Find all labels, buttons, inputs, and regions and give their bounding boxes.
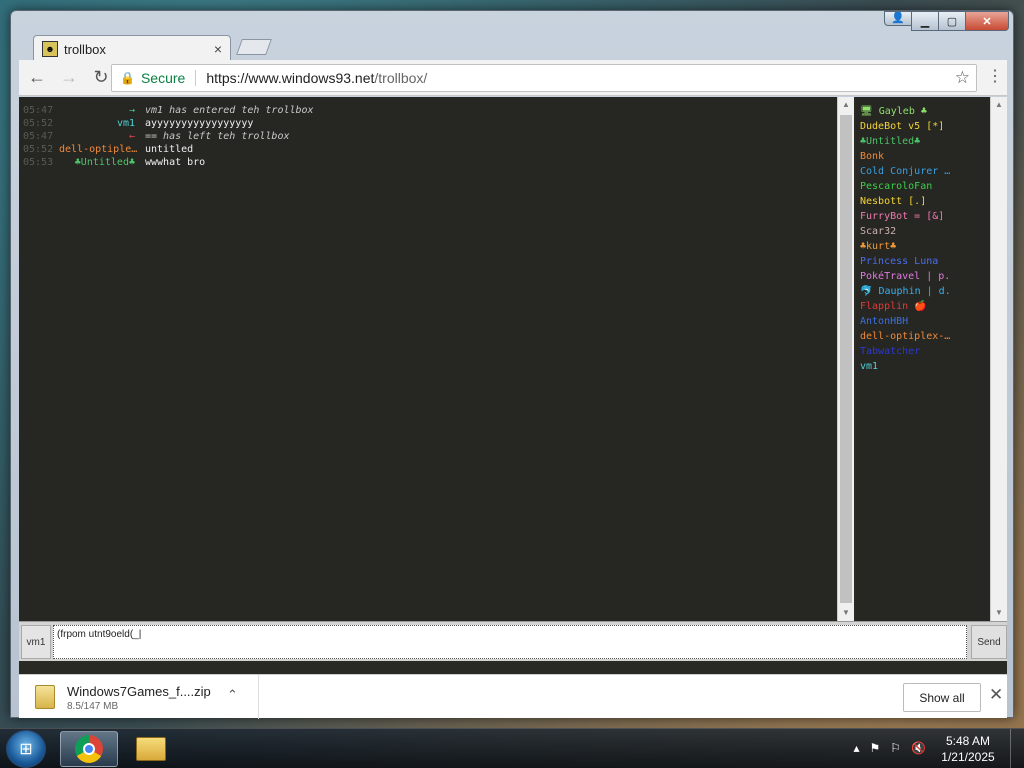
system-tray: ▴ ⚑ ⚐ 🔇 <box>853 741 926 755</box>
taskbar-chrome[interactable] <box>60 731 118 767</box>
message-time: 05:52 <box>23 118 54 129</box>
close-downloads-icon[interactable]: ✕ <box>989 685 1003 705</box>
user-list-item[interactable]: 🐬 Dauphin | d. <box>860 284 990 299</box>
back-arrow-icon[interactable]: ← <box>23 64 51 92</box>
users-scroll-down-arrow-icon[interactable]: ▼ <box>991 605 1007 621</box>
user-list-item[interactable]: PokéTravel | p. <box>860 269 990 284</box>
send-button[interactable]: Send <box>971 625 1007 659</box>
chevron-up-icon[interactable]: ⌃ <box>227 687 238 703</box>
download-progress: 8.5/147 MB <box>67 701 119 712</box>
tab-bar: ☻ trollbox × <box>19 33 999 62</box>
maximize-button[interactable]: ▢ <box>938 11 966 31</box>
message-nick[interactable]: dell-optiple… <box>59 143 145 156</box>
user-profile-button[interactable]: 👤 <box>884 11 912 26</box>
secure-label: Secure <box>141 70 197 86</box>
tab-trollbox[interactable]: ☻ trollbox × <box>33 35 231 62</box>
message-time: 05:53 <box>23 157 54 168</box>
download-bar: Windows7Games_f....zip 8.5/147 MB ⌃ Show… <box>19 674 1007 719</box>
user-list-item[interactable]: Princess Luna <box>860 254 990 269</box>
user-list-item[interactable]: ♣Untitled♣ <box>860 134 990 149</box>
chrome-icon <box>75 735 103 763</box>
user-list-item[interactable]: AntonHBH <box>860 314 990 329</box>
nickname-button[interactable]: vm1 <box>21 625 51 659</box>
bookmark-star-icon[interactable]: ☆ <box>955 68 970 88</box>
message-input-row: vm1 (frpom utnt9oeld(_| Send <box>19 621 1007 661</box>
message-time: 05:47 <box>23 105 54 116</box>
show-all-button[interactable]: Show all <box>903 683 981 712</box>
chat-message: 05:47 ← == has left teh trollbox <box>19 130 837 143</box>
show-desktop-button[interactable] <box>1010 729 1024 768</box>
message-text: untitled <box>145 144 194 155</box>
volume-muted-icon[interactable]: 🔇 <box>911 741 926 755</box>
message-input[interactable]: (frpom utnt9oeld(_| <box>53 625 967 659</box>
trollbox-page: 05:47 → vm1 has entered teh trollbox 05:52 v… <box>19 97 1007 674</box>
chat-message: 05:52 vm1 ayyyyyyyyyyyyyyyyy <box>19 117 837 130</box>
address-bar[interactable]: 🔒 Secure https://www.windows93.net/troll… <box>111 64 977 92</box>
scroll-up-arrow-icon[interactable]: ▲ <box>838 97 854 113</box>
clock[interactable]: 5:48 AM 1/21/2025 <box>934 733 1002 765</box>
scroll-down-arrow-icon[interactable]: ▼ <box>838 605 854 621</box>
url-host: https://www.windows93.net <box>206 70 375 86</box>
chat-scroll-thumb[interactable] <box>840 115 852 603</box>
user-list-item[interactable]: dell-optiplex-… <box>860 329 990 344</box>
user-list-item[interactable]: DudeBot v5 [*] <box>860 119 990 134</box>
zip-file-icon <box>35 685 55 709</box>
show-hidden-icons-icon[interactable]: ▴ <box>853 741 859 755</box>
user-list-item[interactable]: Nesbott [.] <box>860 194 990 209</box>
window-controls: 👤 ▁ ▢ ✕ <box>884 11 1009 33</box>
message-text: vm1 has entered teh trollbox <box>145 105 314 116</box>
user-list-item[interactable]: Tabwatcher <box>860 344 990 359</box>
message-time: 05:47 <box>23 131 54 142</box>
download-item[interactable]: Windows7Games_f....zip 8.5/147 MB ⌃ <box>19 675 259 719</box>
url-text: https://www.windows93.net/trollbox/ <box>206 70 427 86</box>
users-scroll-up-arrow-icon[interactable]: ▲ <box>991 97 1007 113</box>
message-text: ayyyyyyyyyyyyyyyyy <box>145 118 254 129</box>
message-nick[interactable]: ← <box>59 130 145 143</box>
chat-log: 05:47 → vm1 has entered teh trollbox 05:52 v… <box>19 97 837 621</box>
message-nick[interactable]: ♣Untitled♣ <box>59 156 145 169</box>
message-text: wwwhat bro <box>145 157 206 168</box>
browser-menu-icon[interactable]: ⋮ <box>987 66 1003 86</box>
taskbar-explorer[interactable] <box>122 731 180 767</box>
start-button[interactable]: ⊞ <box>6 730 46 768</box>
user-list-item[interactable]: ♣kurt♣ <box>860 239 990 254</box>
clock-date: 1/21/2025 <box>941 750 995 764</box>
flag-icon[interactable]: ⚐ <box>890 741 901 755</box>
download-file-name: Windows7Games_f....zip <box>67 684 211 699</box>
user-list-item[interactable]: Scar32 <box>860 224 990 239</box>
user-list-item[interactable]: vm1 <box>860 359 990 374</box>
tab-close-icon[interactable]: × <box>214 41 222 57</box>
user-list-item[interactable]: Cold Conjurer … <box>860 164 990 179</box>
action-center-icon[interactable]: ⚑ <box>870 741 881 755</box>
user-list-item[interactable]: Bonk <box>860 149 990 164</box>
chat-scrollbar[interactable]: ▲ ▼ <box>837 97 854 621</box>
tab-title: trollbox <box>64 41 106 57</box>
message-nick[interactable]: vm1 <box>59 117 145 130</box>
message-nick[interactable]: → <box>59 104 145 117</box>
browser-toolbar: ← → ↻ 🔒 Secure https://www.windows93.net… <box>19 60 1007 96</box>
close-window-button[interactable]: ✕ <box>965 11 1009 31</box>
trollbox-favicon-icon: ☻ <box>42 41 58 57</box>
taskbar: ⊞ ▴ ⚑ ⚐ 🔇 5:48 AM 1/21/2025 <box>0 728 1024 768</box>
message-time: 05:52 <box>23 144 54 155</box>
user-list-item[interactable]: PescaroloFan <box>860 179 990 194</box>
forward-arrow-icon[interactable]: → <box>55 64 83 92</box>
user-list-item[interactable]: 🖥 Gayleb ♣ <box>860 104 990 119</box>
lock-icon: 🔒 <box>120 71 135 85</box>
message-text: == has left teh trollbox <box>145 131 290 142</box>
user-list-item[interactable]: Flapplin 🍎 <box>860 299 990 314</box>
minimize-button[interactable]: ▁ <box>911 11 939 31</box>
url-path: /trollbox/ <box>374 70 428 86</box>
chat-message: 05:53 ♣Untitled♣ wwwhat bro <box>19 156 837 169</box>
folder-icon <box>136 737 166 761</box>
browser-window: 👤 ▁ ▢ ✕ ☻ trollbox × ← → ↻ 🔒 Secure http… <box>10 10 1014 719</box>
user-list: 🖥 Gayleb ♣ DudeBot v5 [*] ♣Untitled♣ Bonk Co… <box>856 97 990 621</box>
chat-message: 05:52 dell-optiple… untitled <box>19 143 837 156</box>
user-list-item[interactable]: FurryBot = [&] <box>860 209 990 224</box>
chat-message: 05:47 → vm1 has entered teh trollbox <box>19 104 837 117</box>
new-tab-button[interactable] <box>236 39 272 55</box>
clock-time: 5:48 AM <box>945 734 991 748</box>
users-scrollbar[interactable]: ▲ ▼ <box>990 97 1007 621</box>
